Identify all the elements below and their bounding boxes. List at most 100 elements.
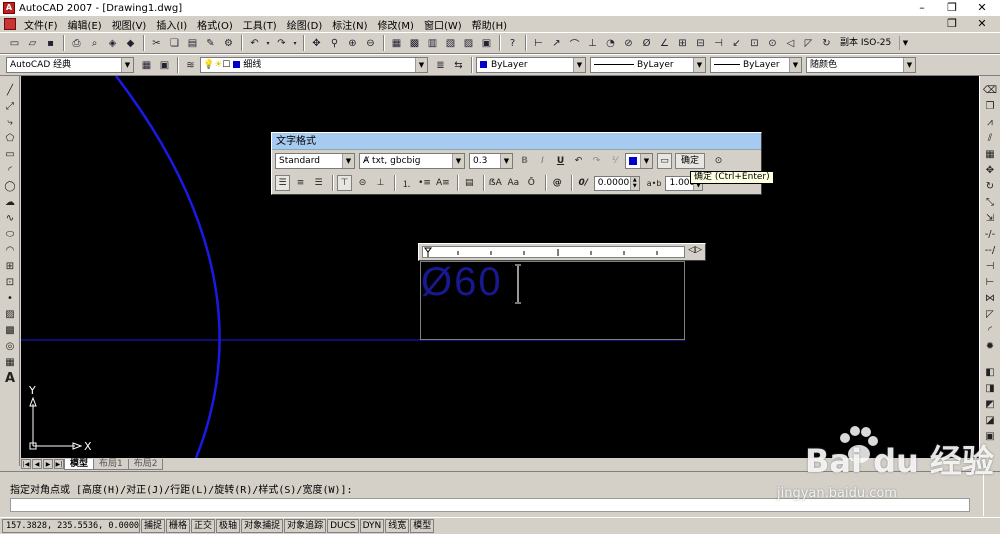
underline-button[interactable]: U bbox=[553, 153, 568, 169]
polar-toggle[interactable]: 极轴 bbox=[216, 519, 241, 533]
menu-edit[interactable]: 编辑(E) bbox=[63, 17, 107, 32]
workspace-settings-icon[interactable]: ▦ bbox=[138, 57, 155, 74]
fillet-icon[interactable]: ◜ bbox=[981, 322, 999, 338]
snap-toggle[interactable]: 捕捉 bbox=[141, 519, 166, 533]
lowercase-icon[interactable]: Aa bbox=[506, 175, 521, 191]
text-formatting-title[interactable]: 文字格式 bbox=[272, 133, 761, 150]
match-properties-icon[interactable]: ✎ bbox=[202, 35, 219, 52]
block-editor-icon[interactable]: ⚙ bbox=[220, 35, 237, 52]
mtext-ruler[interactable]: ◁▷ bbox=[418, 243, 706, 261]
ordinate-dim-icon[interactable]: ⊥ bbox=[584, 35, 601, 52]
publish-icon[interactable]: ◈ bbox=[104, 35, 121, 52]
workspace-select[interactable]: AutoCAD 经典 ▼ bbox=[6, 57, 134, 73]
quick-dim-icon[interactable]: ⊞ bbox=[674, 35, 691, 52]
prev-tab-icon[interactable]: ◀ bbox=[32, 459, 42, 469]
markup-icon[interactable]: ▨ bbox=[460, 35, 477, 52]
center-mark-icon[interactable]: ⊙ bbox=[764, 35, 781, 52]
text-style-select[interactable]: Standard ▼ bbox=[275, 153, 355, 169]
join-icon[interactable]: ⋈ bbox=[981, 290, 999, 306]
insert-field-icon[interactable]: ▤ bbox=[462, 175, 477, 191]
send-back-icon[interactable]: ◩ bbox=[981, 396, 999, 412]
pan-icon[interactable]: ✥ bbox=[308, 35, 325, 52]
dim-edit-icon[interactable]: ◁ bbox=[782, 35, 799, 52]
autocad-app-icon[interactable]: A bbox=[3, 2, 15, 14]
last-tab-icon[interactable]: ▶| bbox=[54, 459, 64, 469]
ruler-scale[interactable] bbox=[422, 246, 685, 258]
break-at-point-icon[interactable]: ⊣ bbox=[981, 258, 999, 274]
ok-button[interactable]: 确定 bbox=[675, 153, 706, 169]
trim-icon[interactable]: -/- bbox=[981, 226, 999, 242]
zoom-window-icon[interactable]: ⊕ bbox=[344, 35, 361, 52]
extend-icon[interactable]: --/ bbox=[981, 242, 999, 258]
ellipse-icon[interactable]: ⬭ bbox=[1, 226, 19, 242]
lineweight-toggle[interactable]: 线宽 bbox=[385, 519, 410, 533]
menu-view[interactable]: 视图(V) bbox=[107, 17, 152, 32]
layer-manager-icon[interactable]: ≋ bbox=[182, 57, 199, 74]
baseline-dim-icon[interactable]: ⊟ bbox=[692, 35, 709, 52]
uppercase-letters-icon[interactable]: A≡ bbox=[435, 175, 451, 191]
text-height-select[interactable]: 0.3 ▼ bbox=[469, 153, 513, 169]
otrack-toggle[interactable]: 对象追踪 bbox=[284, 519, 327, 533]
menu-insert[interactable]: 插入(I) bbox=[151, 17, 192, 32]
print-icon[interactable]: ⎙ bbox=[68, 35, 85, 52]
copy-icon[interactable]: ❏ bbox=[166, 35, 183, 52]
align-bottom-icon[interactable]: ⊥ bbox=[373, 175, 388, 191]
diameter-dim-icon[interactable]: Ø bbox=[638, 35, 655, 52]
ruler-resize-icon[interactable]: ◁▷ bbox=[688, 245, 702, 255]
circle-arc[interactable] bbox=[115, 76, 221, 458]
circle-icon[interactable]: ◯ bbox=[1, 178, 19, 194]
lineweight-select[interactable]: ByLayer ▼ bbox=[710, 57, 802, 73]
ducs-toggle[interactable]: DUCS bbox=[327, 519, 359, 533]
menu-help[interactable]: 帮助(H) bbox=[467, 17, 512, 32]
point-icon[interactable]: • bbox=[1, 290, 19, 306]
align-middle-icon[interactable]: ⊝ bbox=[355, 175, 370, 191]
dim-text-edit-icon[interactable]: ◸ bbox=[800, 35, 817, 52]
italic-button[interactable]: I bbox=[535, 153, 550, 169]
stretch-icon[interactable]: ⇲ bbox=[981, 210, 999, 226]
insert-block-icon[interactable]: ⊞ bbox=[1, 258, 19, 274]
angular-dim-icon[interactable]: ∠ bbox=[656, 35, 673, 52]
oblique-angle-input[interactable]: 0.0000 ▲ ▼ bbox=[593, 175, 640, 191]
dimstyle-select[interactable]: 副本 ISO-25 ▼ bbox=[836, 35, 912, 51]
calculator-icon[interactable]: ▣ bbox=[478, 35, 495, 52]
dyn-toggle[interactable]: DYN bbox=[359, 519, 385, 533]
offset-icon[interactable]: ⫽ bbox=[981, 130, 999, 146]
menu-window[interactable]: 窗口(W) bbox=[419, 17, 467, 32]
hatch-icon[interactable]: ▨ bbox=[1, 306, 19, 322]
plotstyle-select[interactable]: 随颜色 ▼ bbox=[806, 57, 916, 73]
print-preview-icon[interactable]: ⌕ bbox=[86, 35, 103, 52]
coordinate-readout[interactable]: 157.3828, 235.5536, 0.0000 bbox=[2, 519, 140, 533]
sheet-set-icon[interactable]: ▧ bbox=[442, 35, 459, 52]
bring-front-icon[interactable]: ◨ bbox=[981, 380, 999, 396]
doc-restore-button[interactable]: ❐ bbox=[937, 16, 967, 32]
arc-length-icon[interactable]: ⌒ bbox=[566, 35, 583, 52]
tool-palettes-icon[interactable]: ▥ bbox=[424, 35, 441, 52]
send-under-icon[interactable]: ▣ bbox=[981, 428, 999, 444]
color-select[interactable]: ByLayer ▼ bbox=[476, 57, 586, 73]
polygon-icon[interactable]: ⬠ bbox=[1, 130, 19, 146]
scale-icon[interactable]: ⤡ bbox=[981, 194, 999, 210]
menu-tools[interactable]: 工具(T) bbox=[238, 17, 282, 32]
menu-modify[interactable]: 修改(M) bbox=[373, 17, 419, 32]
polyline-icon[interactable]: ⤷ bbox=[1, 114, 19, 130]
region-icon[interactable]: ◎ bbox=[1, 338, 19, 354]
revision-cloud-icon[interactable]: ☁ bbox=[1, 194, 19, 210]
close-button[interactable]: ✕ bbox=[967, 0, 997, 16]
menu-dimension[interactable]: 标注(N) bbox=[327, 17, 372, 32]
undo-dropdown-icon[interactable]: ▾ bbox=[264, 35, 272, 52]
array-icon[interactable]: ▦ bbox=[981, 146, 999, 162]
command-scrollbar[interactable] bbox=[983, 474, 1000, 516]
jogged-dim-icon[interactable]: ⊘ bbox=[620, 35, 637, 52]
break-icon[interactable]: ⊢ bbox=[981, 274, 999, 290]
explode-icon[interactable]: ✹ bbox=[981, 338, 999, 354]
aligned-dim-icon[interactable]: ↗ bbox=[548, 35, 565, 52]
3d-dwf-icon[interactable]: ◆ bbox=[122, 35, 139, 52]
doc-close-button[interactable]: ✕ bbox=[967, 16, 997, 32]
symbol-button[interactable]: @ bbox=[550, 175, 565, 191]
tolerance-icon[interactable]: ⊡ bbox=[746, 35, 763, 52]
construction-line-icon[interactable]: ⤢ bbox=[1, 98, 19, 114]
dim-update-icon[interactable]: ↻ bbox=[818, 35, 835, 52]
linetype-select[interactable]: ByLayer ▼ bbox=[590, 57, 706, 73]
next-tab-icon[interactable]: ▶ bbox=[43, 459, 53, 469]
undo-text-icon[interactable]: ↶ bbox=[571, 153, 586, 169]
